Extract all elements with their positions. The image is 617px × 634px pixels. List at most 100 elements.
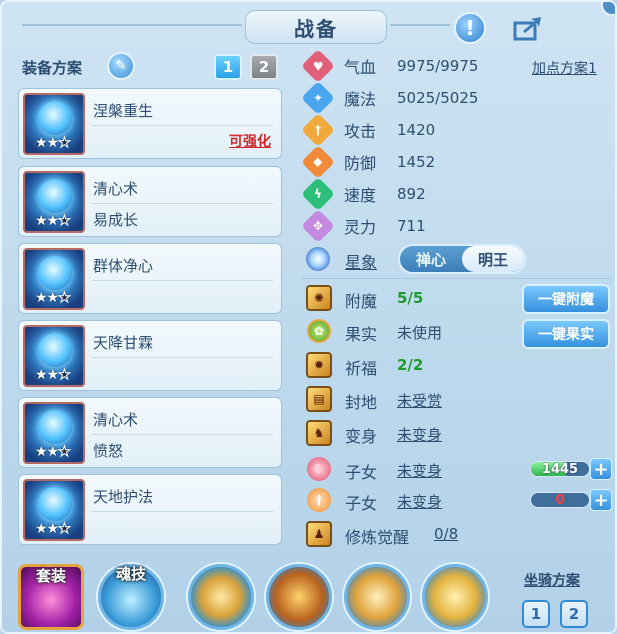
share-icon[interactable] — [512, 12, 544, 44]
mount-plan-tab-1[interactable]: 1 — [522, 600, 550, 628]
star-rating: ★★★ — [35, 290, 71, 307]
pencil-icon[interactable]: ✎ — [107, 52, 135, 80]
row-label: 子女 — [345, 494, 378, 513]
one-click-enchant-button[interactable]: 一键附魔 — [522, 284, 610, 314]
fruit-icon: ✿ — [307, 319, 331, 343]
share-icon-graphic — [513, 17, 541, 41]
title-ornament-right — [390, 24, 450, 26]
transform-row: ♞ 变身 未变身 — [304, 419, 524, 447]
enchant-row: ✺ 附魔 5/5 — [304, 284, 524, 312]
stat-row-mp: ✦ 魔法 5025/5025 — [301, 81, 478, 115]
row-label: 子女 — [345, 463, 378, 482]
blessing-icon: ✹ — [306, 352, 332, 378]
skill-card-3[interactable]: ★★★ 群体净心 — [18, 243, 282, 314]
star-rating: ★★★ — [35, 521, 71, 538]
stat-label: 气血 — [344, 58, 377, 77]
skill-card-6[interactable]: ★★★ 天地护法 — [18, 474, 282, 545]
stat-value: 1420 — [397, 121, 436, 139]
card-name: 群体净心 — [93, 257, 154, 275]
row-value[interactable]: 未变身 — [397, 424, 442, 445]
gear-slot-3[interactable] — [344, 564, 410, 630]
soul-skill-slot[interactable]: 魂技 — [98, 564, 164, 630]
one-click-fruit-button[interactable]: 一键果实 — [522, 319, 610, 349]
stat-row-defense: ◆ 防御 1452 — [301, 145, 435, 179]
stat-label: 攻击 — [344, 122, 377, 141]
row-value[interactable]: 未受赏 — [397, 390, 442, 411]
spirit-icon: ✥ — [301, 209, 335, 243]
row-value[interactable]: 0/8 — [434, 525, 458, 543]
row-value[interactable]: 未变身 — [397, 491, 442, 512]
row-label: 修炼觉醒 — [345, 528, 410, 547]
card-name: 天降甘霖 — [93, 334, 154, 352]
clear-mind-icon: ★★★ — [23, 402, 85, 464]
skill-card-1[interactable]: ★★★ 涅槃重生 可强化 — [18, 88, 282, 159]
star-option-mingwang[interactable]: 明王 — [462, 246, 524, 272]
title-banner: 战备 — [245, 10, 387, 44]
moon-icon: ☾ — [307, 457, 331, 481]
suit-label: 套装 — [35, 567, 67, 585]
blessing-row: ✹ 祈福 2/2 — [304, 351, 524, 379]
child-2-add-button[interactable]: + — [590, 489, 612, 511]
child-1-add-button[interactable]: + — [590, 458, 612, 480]
stat-label: 防御 — [344, 154, 377, 173]
card-trait: 愤怒 — [93, 442, 124, 460]
star-sign-label[interactable]: 星象 — [345, 249, 377, 273]
skill-card-5[interactable]: ★★★ 清心术 愤怒 — [18, 397, 282, 468]
child-row-1: ☾ 子女 未变身 — [304, 455, 524, 483]
stat-label: 灵力 — [344, 218, 377, 237]
row-value: 2/2 — [397, 356, 424, 374]
sword-emblem-icon: † — [307, 488, 331, 512]
stat-value: 5025/5025 — [397, 89, 479, 107]
row-value: 5/5 — [397, 289, 424, 307]
stat-plan-link[interactable]: 加点方案1 — [532, 58, 597, 78]
child-2-bar-value: 0 — [555, 492, 565, 508]
child-1-bar-value: 1445 — [541, 461, 579, 477]
star-sign-toggle[interactable]: 禅心 明王 — [398, 244, 526, 274]
fief-row: ▤ 封地 未受赏 — [304, 385, 524, 413]
gear-slot-2[interactable] — [266, 564, 332, 630]
page-title: 战备 — [294, 16, 338, 41]
child-2-progress-bar: 0 — [530, 492, 590, 508]
close-button[interactable] — [601, 2, 615, 16]
card-name: 清心术 — [93, 411, 139, 429]
star-option-zen[interactable]: 禅心 — [400, 246, 462, 272]
awaken-row: ♟ 修炼觉醒 0/8 — [304, 520, 524, 548]
rain-from-heaven-icon: ★★★ — [23, 325, 85, 387]
card-name: 涅槃重生 — [93, 102, 154, 120]
group-purify-icon: ★★★ — [23, 248, 85, 310]
fief-icon: ▤ — [306, 386, 332, 412]
gear-slot-1[interactable] — [188, 564, 254, 630]
plan-tab-2[interactable]: 2 — [250, 54, 278, 80]
star-sign-icon — [306, 247, 330, 271]
star-rating: ★★★ — [35, 135, 71, 152]
nirvana-rebirth-icon: ★★★ — [23, 93, 85, 155]
stat-value: 892 — [397, 185, 426, 203]
transform-icon: ♞ — [306, 420, 332, 446]
row-label: 变身 — [345, 427, 378, 446]
mount-plan-tab-2[interactable]: 2 — [560, 600, 588, 628]
skill-card-4[interactable]: ★★★ 天降甘霖 — [18, 320, 282, 391]
stat-row-hp: ♥ 气血 9975/9975 — [301, 49, 478, 83]
title-ornament-left — [22, 24, 242, 26]
exclamation-icon[interactable]: ! — [454, 12, 486, 44]
skill-card-2[interactable]: ★★★ 清心术 易成长 — [18, 166, 282, 237]
enchant-icon: ✺ — [306, 285, 332, 311]
row-value[interactable]: 未变身 — [397, 460, 442, 481]
row-value: 未使用 — [397, 324, 443, 342]
stat-value: 9975/9975 — [397, 57, 479, 75]
star-rating: ★★★ — [35, 213, 71, 230]
row-label: 祈福 — [345, 359, 378, 378]
meditation-icon: ♟ — [306, 521, 332, 547]
heaven-earth-guard-icon: ★★★ — [23, 479, 85, 541]
gear-slot-4[interactable] — [422, 564, 488, 630]
child-1-progress-bar: 1445 — [530, 461, 590, 477]
stat-row-attack: † 攻击 1420 — [301, 113, 435, 147]
soul-skill-label: 魂技 — [115, 565, 147, 583]
stat-row-speed: ϟ 速度 892 — [301, 177, 426, 211]
plan-tab-1[interactable]: 1 — [214, 54, 242, 80]
upgradeable-link[interactable]: 可强化 — [229, 131, 271, 151]
mount-plan-label: 坐骑方案 — [524, 573, 580, 589]
star-rating: ★★★ — [35, 444, 71, 461]
stat-label: 魔法 — [344, 90, 377, 109]
suit-slot[interactable]: 套装 — [18, 564, 84, 630]
